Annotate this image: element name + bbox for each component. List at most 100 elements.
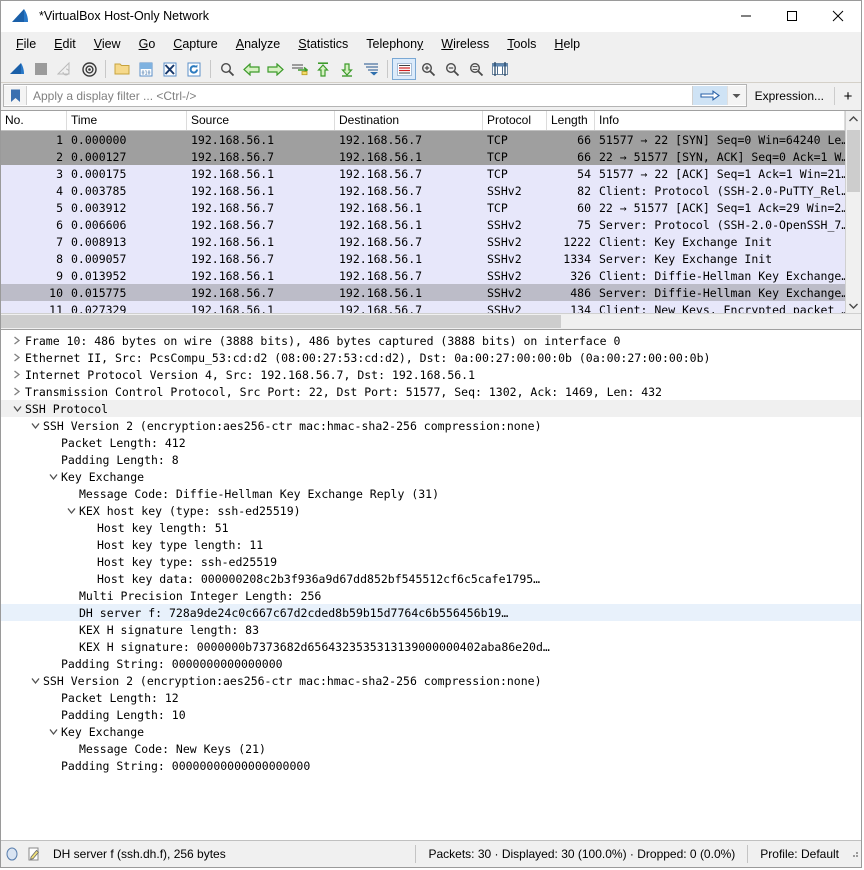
detail-tree-row[interactable]: Packet Length: 412 <box>1 434 861 451</box>
column-header-time[interactable]: Time <box>67 111 187 130</box>
menu-help[interactable]: Help <box>545 34 589 54</box>
hscroll-track[interactable] <box>1 314 861 329</box>
menu-go[interactable]: Go <box>130 34 165 54</box>
expert-info-icon[interactable] <box>1 847 23 861</box>
column-header-info[interactable]: Info <box>595 111 845 130</box>
zoom-out-icon[interactable] <box>440 58 464 80</box>
minimize-button[interactable] <box>723 1 769 31</box>
chevron-down-icon[interactable] <box>65 507 77 515</box>
detail-tree-row[interactable]: Host key length: 51 <box>1 519 861 536</box>
chevron-right-icon[interactable] <box>11 336 23 345</box>
menu-statistics[interactable]: Statistics <box>289 34 357 54</box>
table-row[interactable]: 4 0.003785 192.168.56.1 192.168.56.7 SSHv2 82… <box>1 182 845 199</box>
close-file-icon[interactable] <box>158 58 182 80</box>
menu-tools[interactable]: Tools <box>498 34 545 54</box>
packet-list-vertical-scrollbar[interactable] <box>845 111 861 313</box>
status-profile[interactable]: Profile: Default <box>754 847 847 861</box>
chevron-right-icon[interactable] <box>11 387 23 396</box>
go-back-icon[interactable] <box>239 58 263 80</box>
table-row[interactable]: 11 0.027329 192.168.56.1 192.168.56.7 SSHv2 1… <box>1 301 845 313</box>
scroll-thumb[interactable] <box>847 130 860 192</box>
chevron-down-icon[interactable] <box>47 728 59 736</box>
detail-tree-row[interactable]: SSH Protocol <box>1 400 861 417</box>
open-file-icon[interactable] <box>110 58 134 80</box>
detail-tree-row[interactable]: SSH Version 2 (encryption:aes256-ctr mac… <box>1 672 861 689</box>
chevron-right-icon[interactable] <box>11 370 23 379</box>
chevron-down-icon[interactable] <box>47 473 59 481</box>
go-last-packet-icon[interactable] <box>335 58 359 80</box>
filter-input-container[interactable]: Apply a display filter ... <Ctrl-/> <box>3 84 747 107</box>
column-header-source[interactable]: Source <box>187 111 335 130</box>
menu-view[interactable]: View <box>85 34 130 54</box>
go-first-packet-icon[interactable] <box>311 58 335 80</box>
detail-tree-row[interactable]: SSH Version 2 (encryption:aes256-ctr mac… <box>1 417 861 434</box>
detail-tree-row[interactable]: Padding Length: 8 <box>1 451 861 468</box>
go-to-packet-icon[interactable] <box>287 58 311 80</box>
column-header-no[interactable]: No. <box>1 111 67 130</box>
resize-columns-icon[interactable] <box>488 58 512 80</box>
table-row[interactable]: 7 0.008913 192.168.56.1 192.168.56.7 SSHv2 12… <box>1 233 845 250</box>
detail-tree-row[interactable]: KEX host key (type: ssh-ed25519) <box>1 502 861 519</box>
detail-tree-row[interactable]: Host key type length: 11 <box>1 536 861 553</box>
zoom-in-icon[interactable] <box>416 58 440 80</box>
detail-tree-row[interactable]: Key Exchange <box>1 468 861 485</box>
detail-tree-row[interactable]: Message Code: Diffie-Hellman Key Exchang… <box>1 485 861 502</box>
detail-tree-row[interactable]: Ethernet II, Src: PcsCompu_53:cd:d2 (08:… <box>1 349 861 366</box>
detail-tree-row[interactable]: DH server f: 728a9de24c0c667c67d2cded8b5… <box>1 604 861 621</box>
chevron-down-icon[interactable] <box>29 422 41 430</box>
search-input[interactable]: Apply a display filter ... <Ctrl-/> <box>27 89 692 103</box>
hscroll-thumb[interactable] <box>1 315 561 328</box>
chevron-right-icon[interactable] <box>11 353 23 362</box>
column-header-destination[interactable]: Destination <box>335 111 483 130</box>
detail-tree-row[interactable]: Message Code: New Keys (21) <box>1 740 861 757</box>
reload-icon[interactable] <box>182 58 206 80</box>
menu-capture[interactable]: Capture <box>164 34 226 54</box>
zoom-reset-icon[interactable] <box>464 58 488 80</box>
chevron-down-icon[interactable] <box>11 405 23 413</box>
menu-telephony[interactable]: Telephony <box>357 34 432 54</box>
colorize-icon[interactable] <box>392 58 416 80</box>
detail-tree-row[interactable]: Host key type: ssh-ed25519 <box>1 553 861 570</box>
maximize-button[interactable] <box>769 1 815 31</box>
detail-tree-row[interactable]: Internet Protocol Version 4, Src: 192.16… <box>1 366 861 383</box>
bookmark-icon[interactable] <box>4 86 27 105</box>
detail-tree-row[interactable]: KEX H signature: 0000000b7373682d6564323… <box>1 638 861 655</box>
stop-capture-icon[interactable] <box>29 58 53 80</box>
expression-button[interactable]: Expression... <box>747 84 832 108</box>
table-row[interactable]: 2 0.000127 192.168.56.7 192.168.56.1 TCP 66 22… <box>1 148 845 165</box>
detail-tree-row[interactable]: KEX H signature length: 83 <box>1 621 861 638</box>
menu-analyze[interactable]: Analyze <box>227 34 289 54</box>
chevron-down-icon[interactable] <box>29 677 41 685</box>
add-filter-button[interactable]: + <box>837 84 859 108</box>
menu-wireless[interactable]: Wireless <box>432 34 498 54</box>
auto-scroll-icon[interactable] <box>359 58 383 80</box>
scroll-down-icon[interactable] <box>846 298 861 313</box>
detail-tree-row[interactable]: Packet Length: 12 <box>1 689 861 706</box>
column-header-length[interactable]: Length <box>547 111 595 130</box>
restart-capture-icon[interactable] <box>53 58 77 80</box>
capture-file-properties-icon[interactable] <box>23 847 45 861</box>
table-row[interactable]: 9 0.013952 192.168.56.1 192.168.56.7 SSHv2 32… <box>1 267 845 284</box>
detail-tree-row[interactable]: Key Exchange <box>1 723 861 740</box>
table-row[interactable]: 6 0.006606 192.168.56.7 192.168.56.1 SSHv2 75… <box>1 216 845 233</box>
apply-filter-button[interactable] <box>691 86 727 105</box>
detail-tree-row[interactable]: Host key data: 000000208c2b3f936a9d67dd8… <box>1 570 861 587</box>
detail-tree-row[interactable]: Multi Precision Integer Length: 256 <box>1 587 861 604</box>
table-row[interactable]: 8 0.009057 192.168.56.7 192.168.56.1 SSHv2 13… <box>1 250 845 267</box>
go-forward-icon[interactable] <box>263 58 287 80</box>
table-row[interactable]: 10 0.015775 192.168.56.7 192.168.56.1 SSHv2 4… <box>1 284 845 301</box>
menu-edit[interactable]: Edit <box>45 34 85 54</box>
save-file-icon[interactable]: 010 <box>134 58 158 80</box>
menu-file[interactable]: File <box>7 34 45 54</box>
detail-tree-row[interactable]: Transmission Control Protocol, Src Port:… <box>1 383 861 400</box>
scroll-track[interactable] <box>846 126 861 298</box>
detail-tree-row[interactable]: Padding String: 0000000000000000 <box>1 655 861 672</box>
table-row[interactable]: 1 0.000000 192.168.56.1 192.168.56.7 TCP 66 51… <box>1 131 845 148</box>
detail-tree-row[interactable]: Frame 10: 486 bytes on wire (3888 bits),… <box>1 332 861 349</box>
detail-tree-row[interactable]: Padding String: 00000000000000000000 <box>1 757 861 774</box>
find-packet-icon[interactable] <box>215 58 239 80</box>
table-row[interactable]: 3 0.000175 192.168.56.1 192.168.56.7 TCP 54 51… <box>1 165 845 182</box>
column-header-protocol[interactable]: Protocol <box>483 111 547 130</box>
packet-list-horizontal-scrollbar[interactable] <box>1 313 861 329</box>
table-row[interactable]: 5 0.003912 192.168.56.7 192.168.56.1 TCP 60 22… <box>1 199 845 216</box>
